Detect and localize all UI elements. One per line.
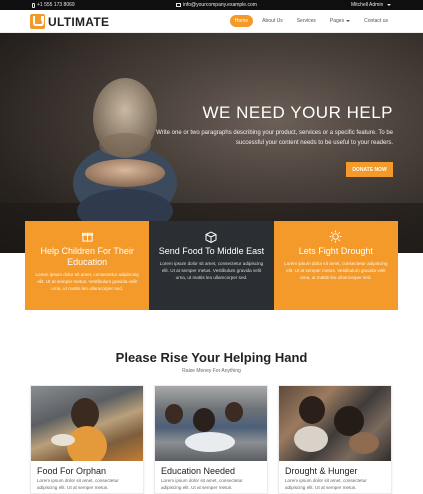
- site-header: ULTIMATE Home About Us Services Pages Co…: [0, 10, 423, 33]
- section-title: Please Rise Your Helping Hand: [115, 350, 308, 365]
- nav-about-us[interactable]: About Us: [257, 15, 288, 27]
- box-icon: [157, 230, 265, 243]
- feature-text: Lorem ipsum dolor sit amet, consectetur …: [35, 272, 139, 292]
- feature-drought: Lets Fight Drought Lorem ipsum dolor sit…: [273, 221, 398, 310]
- donate-now-button[interactable]: DONATE NOW: [346, 162, 393, 177]
- email-address: info@yourcompany.example.com: [183, 2, 257, 8]
- hero-banner: WE NEED YOUR HELP Write one or two parag…: [0, 33, 423, 253]
- nav-contact-us[interactable]: Contact us: [359, 15, 393, 27]
- phone-contact[interactable]: +1 555 173 8069: [32, 2, 75, 8]
- card-title: Food For Orphan: [37, 466, 107, 476]
- feature-food: Send Food To Middle East Lorem ipsum dol…: [149, 221, 274, 310]
- feature-boxes: Help Children For Their Education Lorem …: [25, 221, 398, 310]
- section-subtitle: Raise Money For Anything: [182, 368, 241, 374]
- nav-pages[interactable]: Pages: [325, 15, 355, 27]
- feature-title: Lets Fight Drought: [298, 246, 373, 256]
- card-text: Lorem ipsum dolor sit amet, consectetur …: [37, 478, 119, 490]
- feature-text: Lorem ipsum dolor sit amet, consectetur …: [159, 261, 264, 281]
- email-contact[interactable]: info@yourcompany.example.com: [176, 2, 257, 8]
- card-image: [155, 386, 267, 461]
- logo-text: ULTIMATE: [48, 14, 110, 29]
- phone-icon: [32, 2, 35, 8]
- card-text: Lorem ipsum dolor sit amet, consectetur …: [285, 478, 367, 490]
- card-education-needed[interactable]: Education Needed Lorem ipsum dolor sit a…: [154, 385, 268, 494]
- card-title: Drought & Hunger: [285, 466, 358, 476]
- card-food-for-orphan[interactable]: Food For Orphan Lorem ipsum dolor sit am…: [30, 385, 144, 494]
- user-name: Mitchell Admin: [351, 2, 384, 8]
- logo[interactable]: ULTIMATE: [30, 14, 109, 29]
- hero-title: WE NEED YOUR HELP: [202, 103, 393, 122]
- chevron-down-icon: [346, 20, 351, 22]
- card-text: Lorem ipsum dolor sit amet, consectetur …: [161, 478, 243, 490]
- card-image: [31, 386, 143, 461]
- nav-pages-label: Pages: [329, 18, 345, 24]
- sun-icon: [282, 230, 390, 243]
- card-drought-hunger[interactable]: Drought & Hunger Lorem ipsum dolor sit a…: [278, 385, 392, 494]
- main-nav: Home About Us Services Pages Contact us: [229, 15, 393, 27]
- feature-title: Help Children For Their Education: [40, 246, 134, 267]
- feature-text: Lorem ipsum dolor sit amet, consectetur …: [284, 261, 388, 281]
- feature-title: Send Food To Middle East: [158, 246, 265, 256]
- card-title: Education Needed: [161, 466, 236, 476]
- user-menu[interactable]: Mitchell Admin: [351, 2, 392, 8]
- nav-services[interactable]: Services: [292, 15, 321, 27]
- card-image: [279, 386, 391, 461]
- cause-cards: Food For Orphan Lorem ipsum dolor sit am…: [30, 385, 393, 494]
- logo-icon: [30, 14, 45, 29]
- gift-icon: [33, 230, 141, 243]
- envelope-icon: [176, 3, 181, 7]
- feature-education: Help Children For Their Education Lorem …: [25, 221, 150, 310]
- nav-home[interactable]: Home: [229, 15, 254, 27]
- phone-number: +1 555 173 8069: [37, 2, 75, 8]
- hero-subtitle: Write one or two paragraphs describing y…: [156, 130, 393, 146]
- chevron-down-icon: [387, 4, 392, 6]
- top-bar: +1 555 173 8069 info@yourcompany.example…: [0, 0, 423, 10]
